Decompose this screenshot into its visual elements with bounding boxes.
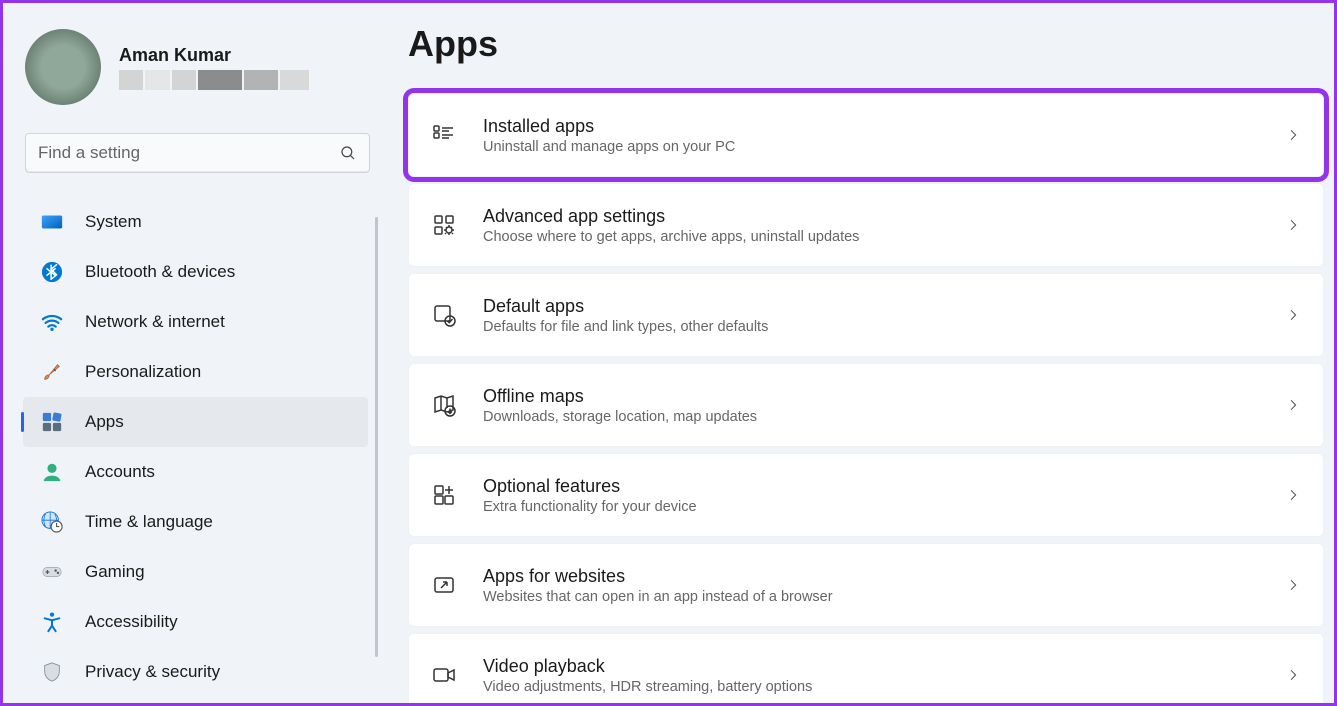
sidebar-item-label: Network & internet bbox=[85, 312, 225, 332]
accessibility-icon bbox=[41, 611, 63, 633]
card-title: Optional features bbox=[483, 476, 1285, 497]
sidebar-item-label: Gaming bbox=[85, 562, 145, 582]
card-title: Apps for websites bbox=[483, 566, 1285, 587]
monitor-icon bbox=[41, 211, 63, 233]
sidebar-item-system[interactable]: System bbox=[23, 197, 368, 247]
gamepad-icon bbox=[41, 561, 63, 583]
avatar bbox=[25, 29, 101, 105]
chevron-right-icon bbox=[1285, 397, 1301, 413]
sidebar-item-label: Bluetooth & devices bbox=[85, 262, 235, 282]
card-title: Offline maps bbox=[483, 386, 1285, 407]
sidebar-item-privacy[interactable]: Privacy & security bbox=[23, 647, 368, 697]
sidebar-item-accessibility[interactable]: Accessibility bbox=[23, 597, 368, 647]
card-installed[interactable]: Installed apps Uninstall and manage apps… bbox=[408, 93, 1324, 177]
sidebar-item-label: System bbox=[85, 212, 142, 232]
nav-scrollbar[interactable] bbox=[375, 217, 378, 657]
sidebar-item-bluetooth[interactable]: Bluetooth & devices bbox=[23, 247, 368, 297]
squares-plus-icon bbox=[431, 482, 457, 508]
sidebar-item-time[interactable]: Time & language bbox=[23, 497, 368, 547]
settings-cards: Installed apps Uninstall and manage apps… bbox=[408, 93, 1324, 703]
card-title: Video playback bbox=[483, 656, 1285, 677]
card-subtitle: Defaults for file and link types, other … bbox=[483, 319, 1285, 335]
sidebar-item-apps[interactable]: Apps bbox=[23, 397, 368, 447]
search-icon bbox=[339, 144, 357, 162]
wifi-icon bbox=[41, 311, 63, 333]
sidebar-item-personalization[interactable]: Personalization bbox=[23, 347, 368, 397]
page-title: Apps bbox=[408, 23, 1324, 65]
card-optional[interactable]: Optional features Extra functionality fo… bbox=[408, 453, 1324, 537]
sidebar-item-accounts[interactable]: Accounts bbox=[23, 447, 368, 497]
card-maps[interactable]: Offline maps Downloads, storage location… bbox=[408, 363, 1324, 447]
map-down-icon bbox=[431, 392, 457, 418]
username: Aman Kumar bbox=[119, 45, 309, 66]
chevron-right-icon bbox=[1285, 127, 1301, 143]
card-title: Advanced app settings bbox=[483, 206, 1285, 227]
sidebar-item-label: Accessibility bbox=[85, 612, 178, 632]
card-subtitle: Extra functionality for your device bbox=[483, 499, 1285, 515]
sidebar-item-label: Apps bbox=[85, 412, 124, 432]
card-subtitle: Video adjustments, HDR streaming, batter… bbox=[483, 679, 1285, 695]
card-title: Default apps bbox=[483, 296, 1285, 317]
card-subtitle: Downloads, storage location, map updates bbox=[483, 409, 1285, 425]
square-check-icon bbox=[431, 302, 457, 328]
chevron-right-icon bbox=[1285, 667, 1301, 683]
card-video[interactable]: Video playback Video adjustments, HDR st… bbox=[408, 633, 1324, 703]
globe-clock-icon bbox=[41, 511, 63, 533]
profile[interactable]: Aman Kumar bbox=[21, 29, 376, 105]
sidebar: Aman Kumar System Bluetooth & devices Ne… bbox=[3, 3, 388, 703]
card-title: Installed apps bbox=[483, 116, 1285, 137]
card-subtitle: Websites that can open in an app instead… bbox=[483, 589, 1285, 605]
sidebar-item-label: Accounts bbox=[85, 462, 155, 482]
bluetooth-icon bbox=[41, 261, 63, 283]
card-default[interactable]: Default apps Defaults for file and link … bbox=[408, 273, 1324, 357]
sidebar-item-gaming[interactable]: Gaming bbox=[23, 547, 368, 597]
search-input[interactable] bbox=[38, 143, 339, 163]
list-squares-icon bbox=[431, 122, 457, 148]
search-box[interactable] bbox=[25, 133, 370, 173]
card-advanced[interactable]: Advanced app settings Choose where to ge… bbox=[408, 183, 1324, 267]
card-subtitle: Uninstall and manage apps on your PC bbox=[483, 139, 1285, 155]
card-websites[interactable]: Apps for websites Websites that can open… bbox=[408, 543, 1324, 627]
apps-icon bbox=[41, 411, 63, 433]
sidebar-item-network[interactable]: Network & internet bbox=[23, 297, 368, 347]
shield-icon bbox=[41, 661, 63, 683]
chevron-right-icon bbox=[1285, 577, 1301, 593]
chevron-right-icon bbox=[1285, 487, 1301, 503]
sidebar-item-label: Personalization bbox=[85, 362, 201, 382]
main-content: Apps Installed apps Uninstall and manage… bbox=[388, 3, 1334, 703]
card-subtitle: Choose where to get apps, archive apps, … bbox=[483, 229, 1285, 245]
person-icon bbox=[41, 461, 63, 483]
video-icon bbox=[431, 662, 457, 688]
nav: System Bluetooth & devices Network & int… bbox=[21, 197, 376, 697]
email-censored bbox=[119, 70, 309, 90]
brush-icon bbox=[41, 361, 63, 383]
open-out-icon bbox=[431, 572, 457, 598]
chevron-right-icon bbox=[1285, 217, 1301, 233]
sidebar-item-label: Time & language bbox=[85, 512, 213, 532]
sidebar-item-label: Privacy & security bbox=[85, 662, 220, 682]
chevron-right-icon bbox=[1285, 307, 1301, 323]
squares-gear-icon bbox=[431, 212, 457, 238]
